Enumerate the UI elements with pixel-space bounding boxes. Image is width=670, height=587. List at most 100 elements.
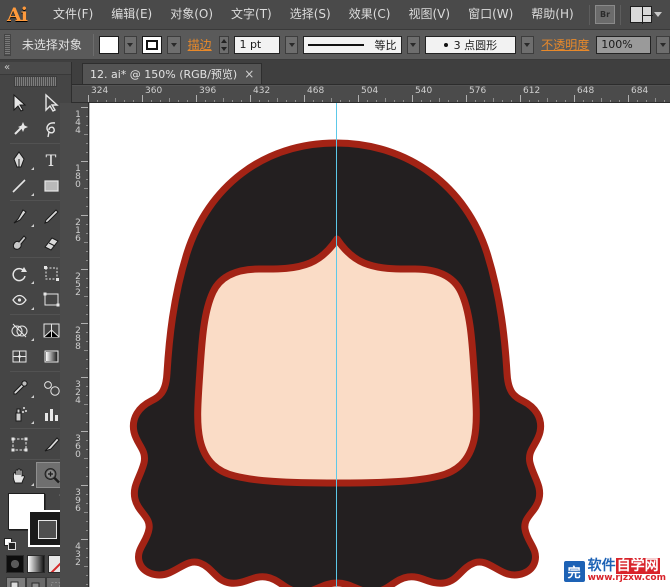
ruler-tick bbox=[81, 539, 88, 540]
face-shape[interactable] bbox=[194, 235, 480, 487]
tool-group-divider bbox=[9, 459, 62, 460]
canvas-artboard[interactable]: 完 软件自学网 www.rjzxw.com bbox=[89, 103, 670, 587]
menu-view[interactable]: 视图(V) bbox=[399, 4, 459, 25]
ruler-label: 576 bbox=[469, 86, 487, 96]
flyout-indicator-icon bbox=[30, 421, 34, 424]
paintbrush-tool[interactable] bbox=[4, 203, 36, 229]
ruler-tick bbox=[412, 95, 413, 102]
artboard-tool[interactable] bbox=[4, 431, 36, 457]
menu-type[interactable]: 文字(T) bbox=[222, 4, 281, 25]
magic-wand-tool[interactable] bbox=[4, 115, 36, 141]
document-tab[interactable]: 12. ai* @ 150% (RGB/预览) × bbox=[82, 63, 263, 84]
menu-bar-right: Br bbox=[589, 0, 670, 30]
ruler-label: 396 bbox=[199, 86, 217, 96]
width-tool[interactable] bbox=[4, 286, 36, 312]
menu-effect[interactable]: 效果(C) bbox=[340, 4, 400, 25]
gradient-button[interactable] bbox=[26, 555, 45, 573]
watermark-text-a: 软件 bbox=[587, 558, 616, 574]
draw-behind-icon[interactable] bbox=[25, 577, 46, 587]
flyout-indicator-icon bbox=[30, 167, 34, 170]
ruler-tick bbox=[81, 323, 88, 324]
stroke-profile-dropdown-button[interactable] bbox=[406, 35, 421, 54]
stroke-weight-stepper[interactable] bbox=[218, 35, 230, 54]
blob-brush-tool[interactable] bbox=[4, 229, 36, 255]
opacity-dropdown-button[interactable] bbox=[656, 35, 670, 54]
menu-edit[interactable]: 编辑(E) bbox=[102, 4, 161, 25]
color-button[interactable] bbox=[5, 555, 24, 573]
stroke-color-swatch[interactable] bbox=[142, 35, 162, 54]
chevron-down-icon bbox=[524, 42, 531, 47]
app-logo-icon: Ai bbox=[7, 3, 28, 26]
horizontal-ruler[interactable]: 324 360 396 432 468 504 540 576 612 648 684 bbox=[72, 86, 670, 103]
ruler-label: 396 bbox=[73, 488, 83, 512]
ruler-tick bbox=[304, 95, 305, 102]
ruler-label: 432 bbox=[253, 86, 271, 96]
line-segment-tool[interactable] bbox=[4, 172, 36, 198]
flyout-indicator-icon bbox=[30, 338, 34, 341]
cb-divider-1 bbox=[92, 33, 94, 56]
default-fill-stroke-icon[interactable] bbox=[4, 538, 17, 551]
menu-items: 文件(F) 编辑(E) 对象(O) 文字(T) 选择(S) 效果(C) 视图(V) 窗口(W)… bbox=[44, 0, 583, 30]
watermark-url: www.rjzxw.com bbox=[587, 573, 666, 583]
document-tab-title: 12. ai* @ 150% (RGB/预览) bbox=[90, 68, 238, 81]
brush-definition-select[interactable]: 3 点圆形 bbox=[425, 35, 516, 54]
opacity-input[interactable]: 100% bbox=[596, 35, 652, 54]
stroke-profile-select[interactable]: 等比 bbox=[303, 35, 402, 54]
ruler-tick bbox=[81, 485, 88, 486]
eyedropper-tool[interactable] bbox=[4, 374, 36, 400]
bridge-icon[interactable]: Br bbox=[595, 5, 615, 24]
ruler-tick bbox=[520, 95, 521, 102]
control-bar-grip[interactable] bbox=[4, 33, 11, 56]
flyout-indicator-icon bbox=[30, 224, 34, 227]
fill-color-swatch[interactable] bbox=[98, 35, 119, 54]
hand-tool[interactable] bbox=[4, 462, 36, 488]
tools-panel-grip[interactable] bbox=[14, 76, 57, 87]
symbol-sprayer-tool[interactable] bbox=[4, 400, 36, 426]
stroke-panel-link[interactable]: 描边 bbox=[186, 36, 214, 53]
ruler-label: 216 bbox=[73, 218, 83, 242]
stroke-profile-value: 等比 bbox=[374, 38, 397, 52]
stroke-dropdown-button[interactable] bbox=[166, 35, 181, 54]
ruler-label: 324 bbox=[73, 380, 83, 404]
menu-help[interactable]: 帮助(H) bbox=[522, 4, 582, 25]
stroke-weight-input[interactable]: 1 pt bbox=[234, 35, 280, 54]
illustrator-window: Ai 文件(F) 编辑(E) 对象(O) 文字(T) 选择(S) 效果(C) 视图(V) 窗口… bbox=[0, 0, 670, 587]
vertical-guide[interactable] bbox=[336, 103, 337, 587]
ruler-tick bbox=[81, 215, 88, 216]
brush-dropdown-button[interactable] bbox=[520, 35, 535, 54]
ruler-tick bbox=[466, 95, 467, 102]
fill-dropdown-button[interactable] bbox=[123, 35, 138, 54]
shape-builder-tool[interactable] bbox=[4, 317, 36, 343]
vertical-ruler[interactable]: 144180216252288324360396432468 bbox=[72, 103, 89, 587]
collapse-panel-icon[interactable]: « bbox=[4, 62, 10, 74]
hair-and-face-illustration[interactable] bbox=[103, 135, 573, 587]
rotate-tool[interactable] bbox=[4, 260, 36, 286]
opacity-panel-link[interactable]: 不透明度 bbox=[539, 36, 591, 53]
stroke-weight-dropdown-button[interactable] bbox=[284, 35, 299, 54]
draw-normal-icon[interactable] bbox=[5, 577, 26, 587]
flyout-indicator-icon bbox=[30, 307, 34, 310]
menu-bar: Ai 文件(F) 编辑(E) 对象(O) 文字(T) 选择(S) 效果(C) 视图(V) 窗口… bbox=[0, 0, 670, 30]
close-icon[interactable]: × bbox=[244, 68, 254, 80]
ruler-tick bbox=[142, 95, 143, 102]
tool-group-divider bbox=[9, 200, 62, 201]
workspace-layout-icon bbox=[630, 6, 653, 24]
pen-tool[interactable] bbox=[4, 146, 36, 172]
menu-divider-2 bbox=[620, 4, 621, 25]
menu-window[interactable]: 窗口(W) bbox=[459, 4, 522, 25]
ruler-label: 540 bbox=[415, 86, 433, 96]
menu-file[interactable]: 文件(F) bbox=[44, 4, 102, 25]
ruler-tick bbox=[574, 95, 575, 102]
selection-tool[interactable] bbox=[4, 89, 36, 115]
menu-divider bbox=[589, 4, 590, 25]
menu-select[interactable]: 选择(S) bbox=[281, 4, 340, 25]
chevron-down-icon bbox=[288, 42, 295, 47]
mesh-tool[interactable] bbox=[4, 343, 36, 369]
ruler-label: 144 bbox=[73, 110, 83, 134]
flyout-indicator-icon bbox=[30, 281, 34, 284]
ruler-label: 324 bbox=[91, 86, 109, 96]
menu-object[interactable]: 对象(O) bbox=[161, 4, 222, 25]
document-tab-bar: 12. ai* @ 150% (RGB/预览) × bbox=[0, 60, 670, 85]
workspace-switcher-button[interactable] bbox=[626, 6, 666, 24]
watermark-text-b: 自学网 bbox=[615, 558, 660, 574]
